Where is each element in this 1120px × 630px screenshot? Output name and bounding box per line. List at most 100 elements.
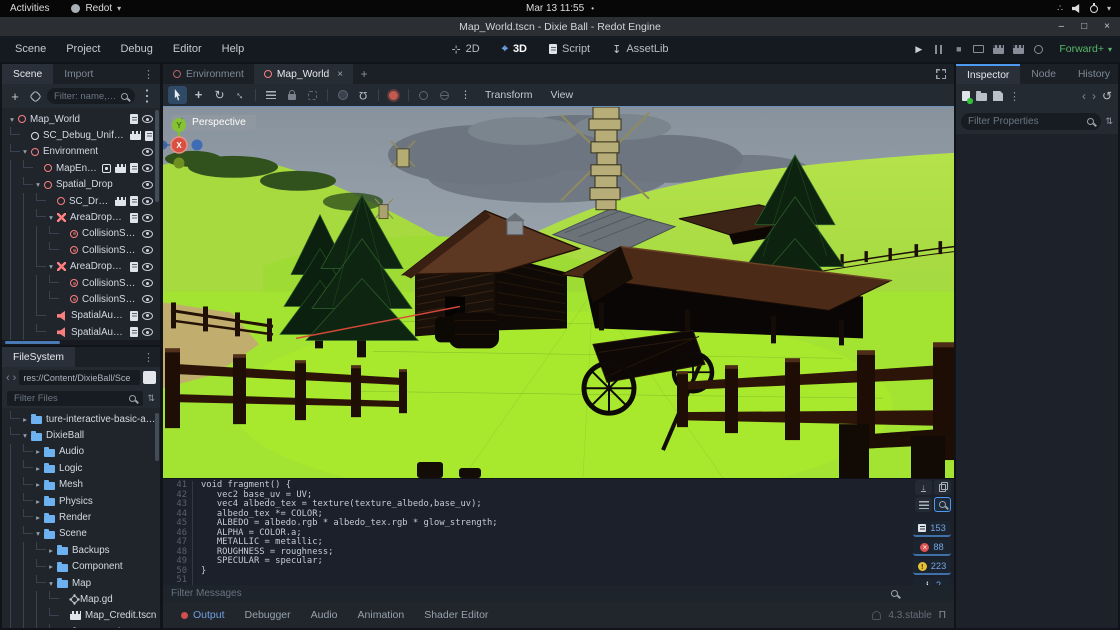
bottom-tab-output[interactable]: Output [171, 602, 235, 628]
expand-arrow[interactable]: ▸ [33, 497, 43, 506]
film-icon[interactable] [130, 131, 141, 140]
load-resource-icon[interactable] [976, 93, 987, 101]
object-history-icon[interactable]: ↺ [1102, 89, 1112, 103]
eye-icon[interactable] [142, 214, 153, 222]
collapse-log-button[interactable] [915, 497, 932, 512]
sun-tool-button[interactable] [384, 86, 403, 104]
scene-tree-item[interactable]: ▾AreaDrop_Rain_... [2, 209, 160, 225]
menu-scene[interactable]: Scene [6, 40, 55, 58]
filesystem-tree-item[interactable]: ▸Audio [2, 444, 160, 460]
script-icon[interactable] [145, 131, 153, 141]
decal-tool-button[interactable] [333, 86, 352, 104]
filter-properties-input[interactable]: Filter Properties [961, 113, 1101, 130]
eye-icon[interactable] [142, 246, 153, 254]
scene-tree-item[interactable]: ▾Environment [2, 144, 160, 160]
filesystem-tree-item[interactable]: ▸Backups [2, 542, 160, 558]
instance-scene-button[interactable] [27, 88, 43, 104]
scene-tree-horizontal-scrollbar[interactable] [5, 341, 60, 345]
magnet-tool-button[interactable]: Ω [354, 86, 373, 104]
expand-arrow[interactable]: ▸ [33, 464, 43, 473]
renderer-chevron-icon[interactable]: ▾ [1108, 45, 1112, 54]
axis-z-ball[interactable] [192, 140, 203, 151]
boxed-icon[interactable] [102, 164, 111, 173]
eye-icon[interactable] [142, 312, 153, 320]
tab-node[interactable]: Node [1020, 64, 1067, 84]
menu-debug[interactable]: Debug [111, 40, 161, 58]
eye-icon[interactable] [142, 230, 153, 238]
filesystem-tree-item[interactable]: Map_MainMenu.gd [2, 624, 160, 628]
scene-tree-item[interactable]: CollisionShape2 [2, 291, 160, 307]
eye-icon[interactable] [142, 148, 153, 156]
3d-viewport[interactable]: ⋮ Perspective Y X [163, 106, 954, 478]
fs-file-button[interactable] [143, 371, 156, 384]
fs-sort-button[interactable]: ⇅ [147, 393, 155, 404]
scene-tree-item[interactable]: CollisionShape2 [2, 242, 160, 258]
system-menu-chevron-icon[interactable]: ▾ [1107, 4, 1111, 13]
expand-arrow[interactable]: ▸ [33, 480, 43, 489]
scene-tree-menu-icon[interactable]: ⋮ [139, 88, 155, 104]
group-tool-button[interactable] [303, 86, 322, 104]
script-icon[interactable] [130, 196, 138, 206]
filesystem-tree-item[interactable]: ▸ture-interactive-basic-ass... [2, 411, 160, 427]
menu-help[interactable]: Help [213, 40, 254, 58]
filesystem-tree-item[interactable]: ▸Physics [2, 493, 160, 509]
eye-icon[interactable] [142, 115, 153, 123]
scene-tree-item[interactable]: SpatialAudio_Ra... [2, 324, 160, 340]
inspector-sort-button[interactable]: ⇅ [1105, 116, 1113, 127]
scene-tree-item[interactable]: SC_Debug_Uniform... [2, 127, 160, 143]
expand-arrow[interactable]: ▸ [46, 546, 56, 555]
scene-tree-item[interactable]: CollisionShape3D [2, 275, 160, 291]
eye-icon[interactable] [142, 164, 153, 172]
distraction-free-icon[interactable] [936, 69, 946, 79]
play-custom-scene-button[interactable] [1010, 41, 1027, 57]
new-resource-icon[interactable] [962, 91, 970, 101]
select-tool-button[interactable] [168, 86, 187, 104]
scene-tree-item[interactable]: MapEnviro... [2, 160, 160, 176]
filesystem-tree-item[interactable]: ▸Render [2, 509, 160, 525]
tab-import[interactable]: Import [53, 64, 104, 84]
expand-arrow[interactable]: ▾ [7, 115, 17, 124]
eye-icon[interactable] [142, 197, 153, 205]
preview-env-tool-button[interactable] [435, 86, 454, 104]
close-tab-icon[interactable]: × [337, 69, 343, 80]
filesystem-tree-item[interactable]: ▾Scene [2, 526, 160, 542]
expand-arrow[interactable]: ▸ [33, 447, 43, 456]
window-title-bar[interactable]: Map_World.tscn - Dixie Ball - Redot Engi… [0, 17, 1120, 36]
script-icon[interactable] [130, 163, 138, 173]
lock-tool-button[interactable] [282, 86, 301, 104]
mode-3d[interactable]: ⌖3D [494, 40, 535, 59]
view-menu[interactable]: View [542, 89, 581, 101]
transform-menu[interactable]: Transform [477, 89, 540, 101]
view-axis-gizmo[interactable]: Y X [163, 117, 942, 478]
play-button[interactable]: ▶ [910, 41, 927, 57]
axis-y-neg-ball[interactable] [174, 158, 185, 169]
scene-tree-item[interactable]: SpatialAudio_Ra... [2, 308, 160, 324]
filesystem-tree-item[interactable]: ▸Logic [2, 460, 160, 476]
expand-arrow[interactable]: ▾ [46, 579, 56, 588]
expand-arrow[interactable]: ▾ [46, 262, 56, 271]
play-scene-button[interactable] [990, 41, 1007, 57]
eye-icon[interactable] [142, 328, 153, 336]
movie-maker-button[interactable] [1030, 41, 1047, 57]
version-label[interactable]: 4.3.stable [888, 610, 931, 621]
tab-history[interactable]: History [1067, 64, 1120, 84]
activities-button[interactable]: Activities [10, 3, 49, 14]
script-icon[interactable] [130, 311, 138, 321]
film-icon[interactable] [115, 197, 126, 206]
mode-2d[interactable]: ⊹2D [443, 40, 487, 59]
expand-arrow[interactable]: ▾ [20, 431, 30, 440]
script-icon[interactable] [130, 213, 138, 223]
script-icon[interactable] [130, 114, 138, 124]
fs-forward-button[interactable]: › [13, 372, 17, 384]
scene-tab-environment[interactable]: Environment [163, 64, 254, 84]
eye-icon[interactable] [142, 263, 153, 271]
error-count-badge[interactable]: 88 [913, 540, 951, 556]
filter-messages-input[interactable]: Filter Messages [163, 585, 954, 602]
scene-tree-item[interactable]: ▾Map_World [2, 111, 160, 127]
eye-icon[interactable] [142, 279, 153, 287]
bottom-tab-animation[interactable]: Animation [348, 602, 415, 628]
bottom-tab-audio[interactable]: Audio [301, 602, 348, 628]
filesystem-tree-item[interactable]: Map.gd [2, 591, 160, 607]
scale-tool-button[interactable]: ↔ [231, 86, 250, 104]
filesystem-tree-item[interactable]: ▸Mesh [2, 477, 160, 493]
